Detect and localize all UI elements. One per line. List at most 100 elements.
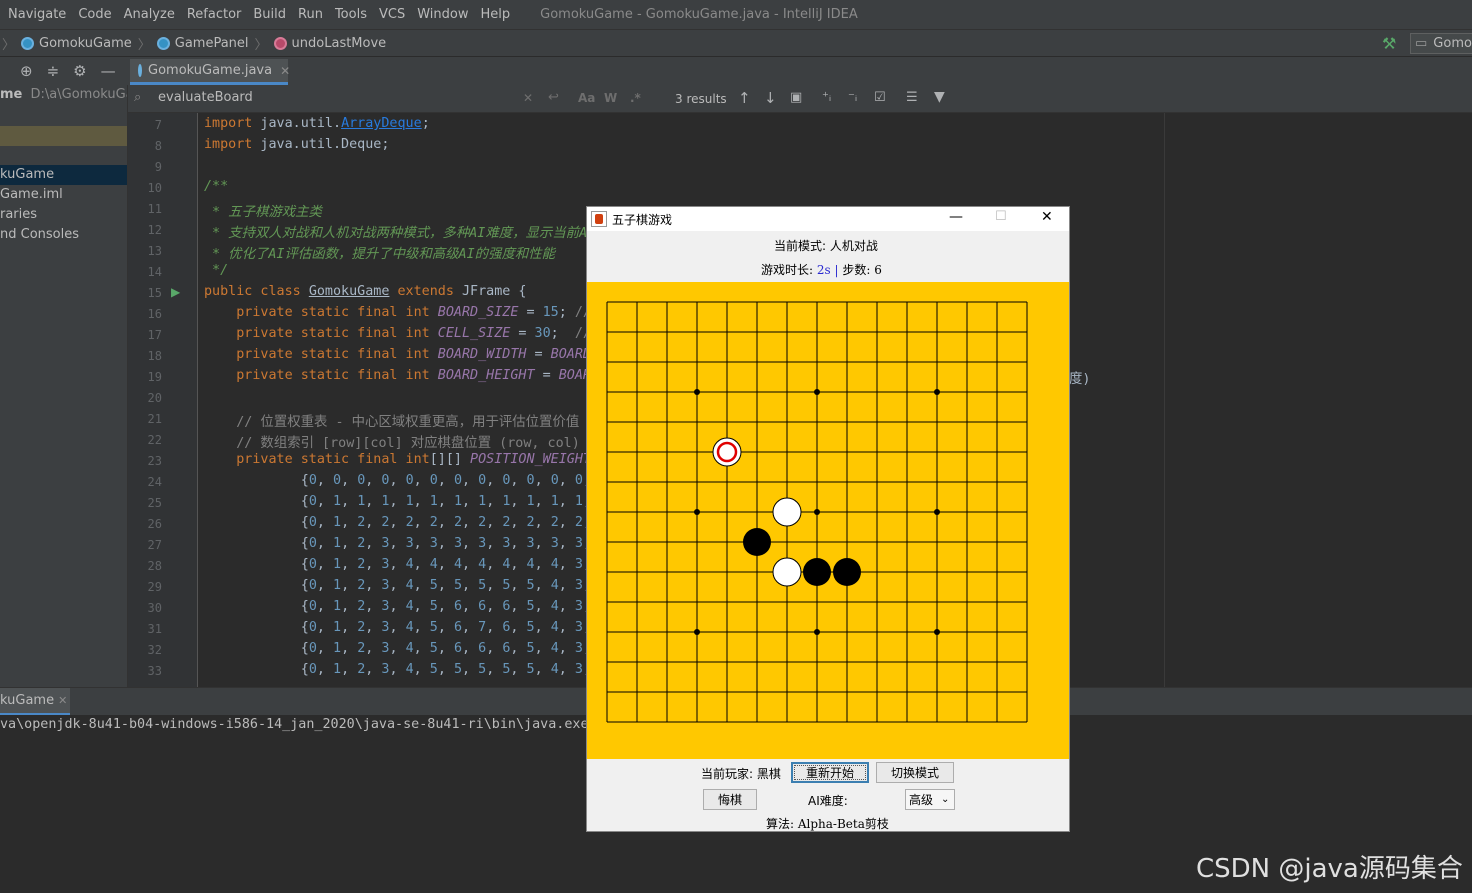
run-config-icon: ▭ <box>1415 36 1428 51</box>
project-item-libraries[interactable]: raries <box>0 205 127 225</box>
run-gutter-icon[interactable]: ▶ <box>171 285 180 299</box>
project-root-row[interactable]: me D:\a\GomokuGam <box>0 85 127 105</box>
star-point <box>694 629 700 635</box>
line-number: 10 <box>147 181 162 195</box>
project-item-label: nd Consoles <box>0 227 80 242</box>
chevron-right-icon: 〉 <box>137 37 151 53</box>
locate-icon[interactable]: ⊕ <box>20 62 33 80</box>
menu-refactor[interactable]: Refactor <box>181 7 248 22</box>
project-root-name: me <box>0 87 23 102</box>
line-number: 8 <box>154 139 162 153</box>
tab-gomokugame-java[interactable]: GomokuGame.java ✕ <box>130 59 290 85</box>
close-icon[interactable]: ✕ <box>58 694 67 707</box>
ai-difficulty-value: 高级 <box>909 793 934 807</box>
chevron-right-icon: 〉 <box>254 37 268 53</box>
filter-icon[interactable]: ▼ <box>934 89 945 105</box>
menu-vcs[interactable]: VCS <box>373 7 411 22</box>
breadcrumb-project-label: GomokuGame <box>39 35 132 51</box>
project-toolbar: ⊕ ≑ ⚙ — <box>0 57 128 85</box>
run-config-selector[interactable]: ▭ Gomo <box>1410 33 1472 54</box>
code-line: {0, 1, 2, 3, 4, 5, 6, 7, 6, 5, 4, 3, <box>204 620 591 635</box>
black-stone <box>743 528 771 556</box>
select-all-occurrences-icon[interactable]: ▣ <box>790 90 802 105</box>
code-line: private static final int BOARD_HEIGHT = … <box>236 368 591 383</box>
close-icon[interactable]: ✕ <box>1041 209 1053 225</box>
code-line: // 数组索引 [row][col] 对应棋盘位置 (row, col) <box>236 436 588 451</box>
maximize-icon[interactable]: ☐ <box>995 209 1007 224</box>
undo-button[interactable]: 悔棋 <box>703 789 757 810</box>
code-line: private static final int BOARD_WIDTH = B… <box>236 347 591 362</box>
build-hammer-icon[interactable]: ⚒ <box>1382 34 1396 53</box>
regex-toggle[interactable]: .* <box>630 91 641 105</box>
code-line: {0, 1, 2, 3, 4, 5, 6, 6, 6, 5, 4, 3, <box>204 641 591 656</box>
find-bar: ⌕ evaluateBoard ✕ ↩ Aa W .* 3 results ↑ … <box>128 85 1472 113</box>
run-config-label: Gomo <box>1433 36 1472 51</box>
code-line: {0, 1, 2, 3, 4, 5, 6, 6, 6, 5, 4, 3, <box>204 599 591 614</box>
switch-mode-button[interactable]: 切换模式 <box>876 762 954 783</box>
minimize-icon[interactable]: — <box>949 209 963 225</box>
line-number: 33 <box>147 664 162 678</box>
menu-build[interactable]: Build <box>247 7 292 22</box>
method-icon <box>273 36 287 50</box>
code-line: * 优化了AI评估函数，提升了中级和高级AI的强度和性能 <box>204 247 556 262</box>
code-line: {0, 1, 2, 3, 4, 5, 5, 5, 5, 5, 4, 3, <box>204 662 591 677</box>
search-results-count: 3 results <box>675 92 727 106</box>
project-item-iml[interactable]: Game.iml <box>0 185 127 205</box>
algorithm-value: Alpha-Beta剪枝 <box>797 817 889 831</box>
gomoku-board-area[interactable] <box>587 282 1069 759</box>
code-line: {0, 1, 2, 3, 4, 4, 4, 4, 4, 4, 4, 3, <box>204 557 591 572</box>
line-number: 22 <box>147 433 162 447</box>
project-item-module[interactable]: kuGame <box>0 165 127 185</box>
select-all-icon[interactable]: ☑ <box>874 90 886 105</box>
whole-words-toggle[interactable]: W <box>604 91 617 105</box>
minimize-icon[interactable]: — <box>101 62 116 80</box>
line-number: 13 <box>147 244 162 258</box>
menu-help[interactable]: Help <box>474 7 516 22</box>
star-point <box>934 389 940 395</box>
arrow-up-icon[interactable]: ↑ <box>738 89 751 107</box>
menu-code[interactable]: Code <box>72 7 117 22</box>
line-number: 21 <box>147 412 162 426</box>
breadcrumb: 〉 GomokuGame 〉 GamePanel 〉 undoLastMove … <box>0 29 1472 57</box>
search-icon[interactable]: ⌕ <box>134 90 141 105</box>
gear-icon[interactable]: ⚙ <box>73 62 86 80</box>
breadcrumb-class[interactable]: GamePanel <box>156 36 249 51</box>
run-tab[interactable]: kuGame ✕ <box>0 688 70 716</box>
project-row-highlight[interactable] <box>0 126 127 146</box>
close-icon[interactable]: ✕ <box>280 64 290 78</box>
gomoku-title-bar[interactable]: 五子棋游戏 — ☐ ✕ <box>587 207 1069 231</box>
class-icon <box>156 36 170 50</box>
steps-value: 6 <box>874 263 882 277</box>
menu-run[interactable]: Run <box>292 7 329 22</box>
ai-difficulty-select[interactable]: 高级 ⌄ <box>905 789 955 810</box>
menu-window[interactable]: Window <box>411 7 474 22</box>
line-number: 7 <box>154 118 162 132</box>
new-line-icon[interactable]: ↩ <box>548 90 559 105</box>
status-line: 游戏时长: 2s | 步数: 6 <box>761 261 882 278</box>
project-item-label: kuGame <box>0 167 55 182</box>
code-line: {0, 1, 2, 3, 3, 3, 3, 3, 3, 3, 3, 3, <box>204 536 591 551</box>
filter-settings-icon[interactable]: ☰ <box>906 90 918 105</box>
menu-analyze[interactable]: Analyze <box>118 7 181 22</box>
restart-button[interactable]: 重新开始 <box>791 762 869 783</box>
line-number: 25 <box>147 496 162 510</box>
breadcrumb-project[interactable]: GomokuGame <box>21 36 132 51</box>
menu-navigate[interactable]: Navigate <box>0 7 72 22</box>
search-input[interactable]: evaluateBoard <box>158 90 253 105</box>
breadcrumb-method[interactable]: undoLastMove <box>273 36 386 51</box>
gomoku-board[interactable] <box>587 282 1069 759</box>
arrow-down-icon[interactable]: ↓ <box>764 89 777 107</box>
collapse-icon[interactable]: ≑ <box>47 62 60 80</box>
line-number: 23 <box>147 454 162 468</box>
project-panel: me D:\a\GomokuGam kuGame Game.iml raries… <box>0 85 128 687</box>
match-case-toggle[interactable]: Aa <box>578 91 595 105</box>
watermark: CSDN @java源码集合 <box>1196 854 1463 884</box>
line-number: 17 <box>147 328 162 342</box>
add-occurrence-icon[interactable]: ⁺ᵢ <box>822 90 831 105</box>
chevron-down-icon: ⌄ <box>941 794 950 805</box>
clear-search-icon[interactable]: ✕ <box>523 91 533 105</box>
remove-occurrence-icon[interactable]: ⁻ᵢ <box>848 90 857 105</box>
line-number: 11 <box>147 202 162 216</box>
project-item-consoles[interactable]: nd Consoles <box>0 225 127 245</box>
menu-tools[interactable]: Tools <box>329 7 373 22</box>
